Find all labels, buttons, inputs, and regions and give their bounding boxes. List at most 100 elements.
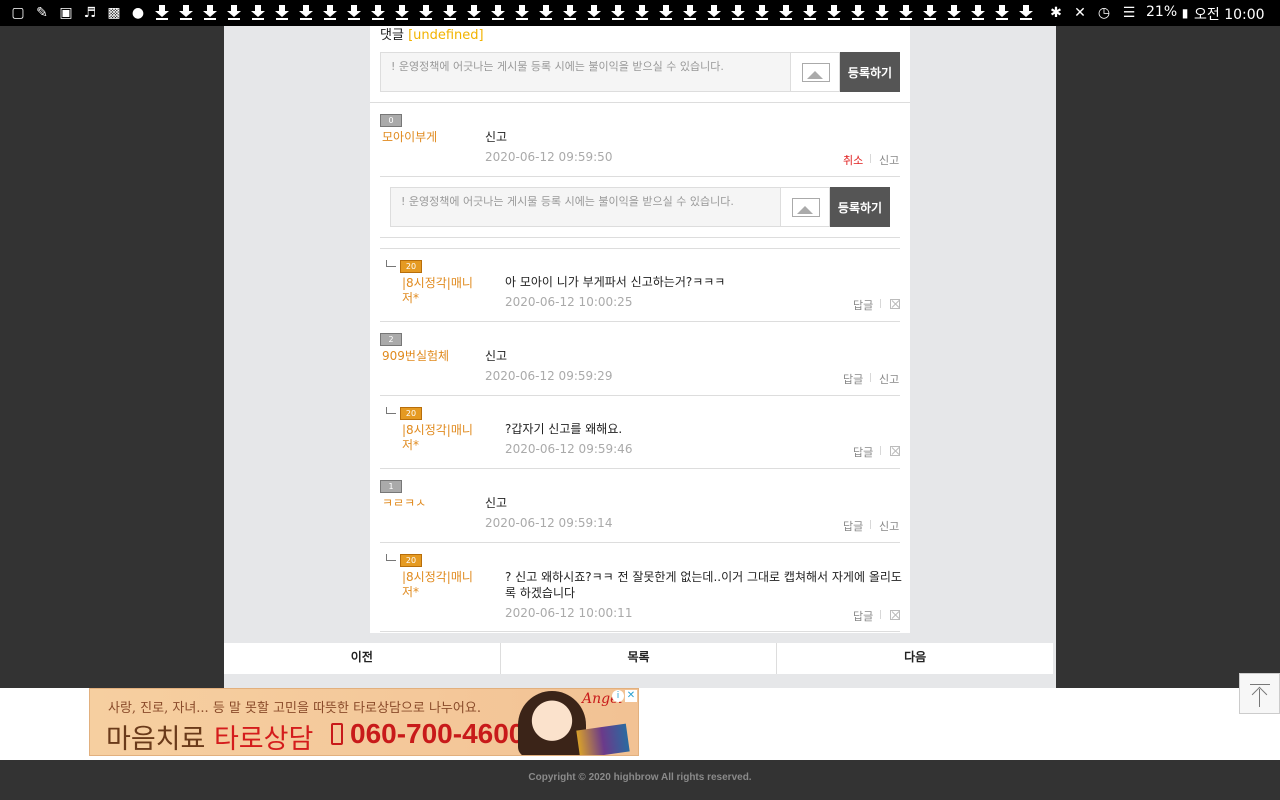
download-icon xyxy=(994,3,1010,21)
ad-headline: 마음치료 타로상담 xyxy=(106,717,314,755)
divider xyxy=(380,248,900,249)
download-icon xyxy=(778,3,794,21)
comment-date: 2020-06-12 10:00:11 xyxy=(505,606,633,620)
footer: Copyright © 2020 highbrow All rights res… xyxy=(0,760,1280,800)
reply-arrow-icon xyxy=(386,260,396,267)
banner-ad[interactable]: 사랑, 진로, 자녀... 등 말 못할 고민을 따뜻한 타로상담으로 나누어요… xyxy=(89,688,639,756)
scroll-to-top-button[interactable] xyxy=(1239,673,1280,714)
broom-icon: ✎ xyxy=(36,5,48,21)
reply-link[interactable]: 답글 xyxy=(853,444,873,460)
image-icon xyxy=(792,198,820,217)
comment-text: ?갑자기 신고를 왜해요. xyxy=(505,422,623,436)
alarm-icon: ◷ xyxy=(1097,5,1111,21)
report-link[interactable]: 신고 xyxy=(879,371,899,387)
ad-info-icon[interactable]: i xyxy=(612,690,624,702)
download-icon xyxy=(874,3,890,21)
separator: | xyxy=(869,373,873,383)
divider xyxy=(370,102,910,103)
tarot-cards-image xyxy=(576,723,630,755)
comment-text: 신고 xyxy=(485,349,508,363)
separator: | xyxy=(869,520,873,530)
comment-author[interactable]: |8시정각|매니저* xyxy=(402,276,482,306)
divider xyxy=(380,321,900,322)
comment-input-placeholder: ! 운영정책에 어긋나는 게시물 등록 시에는 불이익을 받으실 수 있습니다. xyxy=(391,60,724,73)
ad-headline-b: 타로상담 xyxy=(213,724,314,755)
reply-link[interactable]: 답글 xyxy=(843,371,863,387)
divider xyxy=(380,395,900,396)
divider xyxy=(380,176,900,177)
comments-count: [undefined] xyxy=(408,28,484,43)
comment-text: 신고 xyxy=(485,130,508,144)
level-badge: 20 xyxy=(400,554,422,567)
prev-button[interactable]: 이전 xyxy=(224,643,501,674)
bluetooth-icon: ✱ xyxy=(1050,5,1062,21)
submit-reply-button[interactable]: 등록하기 xyxy=(830,187,890,227)
download-icon xyxy=(586,3,602,21)
download-icon xyxy=(754,3,770,21)
download-icon xyxy=(802,3,818,21)
download-icon xyxy=(850,3,866,21)
comment-author[interactable]: ㅋㄹㅋㅅ xyxy=(382,496,426,506)
reply-link[interactable]: 답글 xyxy=(843,518,863,534)
level-badge: 20 xyxy=(400,260,422,273)
attach-image-button[interactable] xyxy=(790,52,840,92)
download-icon xyxy=(322,3,338,21)
reply-input-placeholder: ! 운영정책에 어긋나는 게시물 등록 시에는 불이익을 받으실 수 있습니다. xyxy=(401,195,734,208)
battery-percent: 21% xyxy=(1146,4,1178,20)
level-badge: 20 xyxy=(400,407,422,420)
list-button[interactable]: 목록 xyxy=(501,643,778,674)
reply-link[interactable]: 답글 xyxy=(853,608,873,624)
next-button[interactable]: 다음 xyxy=(777,643,1053,674)
level-badge: 1 xyxy=(380,480,402,493)
download-icon xyxy=(946,3,962,21)
comment-author[interactable]: 모아이부게 xyxy=(382,130,437,145)
comments-section: 댓글 [undefined] ! 운영정책에 어긋나는 게시물 등록 시에는 불… xyxy=(370,26,910,633)
divider xyxy=(380,631,900,632)
reply-input[interactable]: ! 운영정책에 어긋나는 게시물 등록 시에는 불이익을 받으실 수 있습니다. xyxy=(390,187,790,227)
download-icon xyxy=(610,3,626,21)
comment-date: 2020-06-12 09:59:46 xyxy=(505,442,633,456)
download-icon xyxy=(730,3,746,21)
cancel-link[interactable]: 취소 xyxy=(843,152,863,168)
comment-author[interactable]: |8시정각|매니저* xyxy=(402,570,482,600)
download-icon xyxy=(490,3,506,21)
submit-comment-button[interactable]: 등록하기 xyxy=(840,52,900,92)
delete-icon[interactable] xyxy=(890,299,900,309)
delete-icon[interactable] xyxy=(890,610,900,620)
level-badge: 0 xyxy=(380,114,402,127)
download-icon xyxy=(1018,3,1034,21)
download-icon xyxy=(898,3,914,21)
reply-arrow-icon xyxy=(386,554,396,561)
download-icon xyxy=(370,3,386,21)
report-link[interactable]: 신고 xyxy=(879,152,899,168)
separator: | xyxy=(869,154,873,164)
mute-icon: ✕ xyxy=(1074,5,1086,21)
arrow-up-icon xyxy=(1259,689,1260,707)
download-icon xyxy=(538,3,554,21)
download-icon xyxy=(418,3,434,21)
download-icon xyxy=(250,3,266,21)
divider xyxy=(380,542,900,543)
wifi-icon: ☰ xyxy=(1122,5,1136,21)
download-icon xyxy=(298,3,314,21)
download-icon xyxy=(178,3,194,21)
download-icon xyxy=(682,3,698,21)
download-icon xyxy=(970,3,986,21)
reply-link[interactable]: 답글 xyxy=(853,297,873,313)
comment-author[interactable]: |8시정각|매니저* xyxy=(402,423,482,453)
comment-input[interactable]: ! 운영정책에 어긋나는 게시물 등록 시에는 불이익을 받으실 수 있습니다. xyxy=(380,52,800,92)
dot-icon: ● xyxy=(131,5,145,21)
delete-icon[interactable] xyxy=(890,446,900,456)
download-icon xyxy=(394,3,410,21)
ad-phone: 060-700-4600 xyxy=(350,718,525,749)
download-icon xyxy=(154,3,170,21)
image-icon xyxy=(802,63,830,82)
download-icon xyxy=(562,3,578,21)
attach-image-button[interactable] xyxy=(780,187,830,227)
ad-close-icon[interactable]: ✕ xyxy=(625,690,637,702)
report-link[interactable]: 신고 xyxy=(879,518,899,534)
download-icon xyxy=(706,3,722,21)
comment-author[interactable]: 909번실험체 xyxy=(382,349,449,364)
download-icon xyxy=(658,3,674,21)
battery-icon: ▮ xyxy=(1181,6,1189,20)
